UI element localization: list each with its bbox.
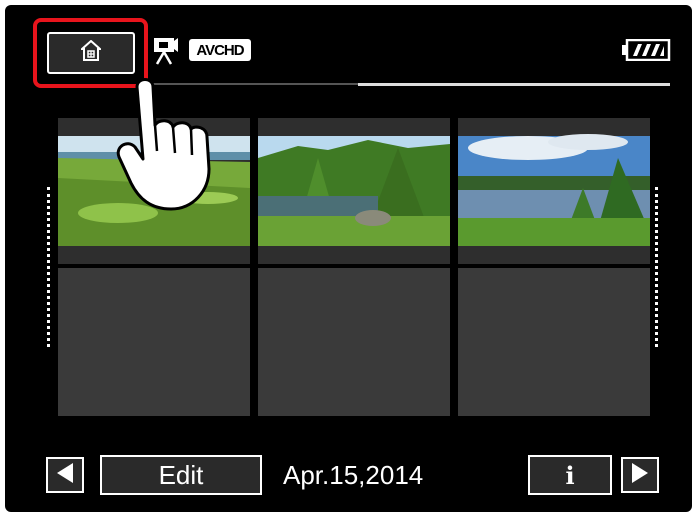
info-button[interactable]: i: [528, 455, 612, 495]
pointing-hand-icon: [115, 73, 225, 218]
thumbnail-2[interactable]: [258, 118, 450, 264]
info-icon: i: [565, 460, 575, 490]
home-icon: [79, 39, 103, 67]
format-badge: AVCHD: [189, 39, 251, 61]
thumbnail-5[interactable]: [258, 268, 450, 416]
home-button[interactable]: [47, 32, 135, 74]
edit-label: Edit: [158, 459, 204, 490]
scroll-indicator: [358, 83, 670, 86]
thumbnail-3[interactable]: [458, 118, 650, 264]
triangle-right-icon: [630, 462, 650, 489]
movie-camera-icon: [153, 35, 179, 65]
next-button[interactable]: [621, 457, 659, 493]
thumbnail-6[interactable]: [458, 268, 650, 416]
battery-full-icon: [621, 38, 671, 62]
recording-date: Apr.15,2014: [283, 460, 424, 490]
previous-button[interactable]: [46, 457, 84, 493]
edit-button[interactable]: Edit: [100, 455, 262, 495]
thumbnail-4[interactable]: [58, 268, 250, 416]
triangle-left-icon: [55, 462, 75, 489]
camera-screen: AVCHD Edit Apr.15,2014 i: [5, 5, 692, 512]
left-scroll-indicator: [47, 187, 53, 347]
right-scroll-indicator: [655, 187, 661, 347]
